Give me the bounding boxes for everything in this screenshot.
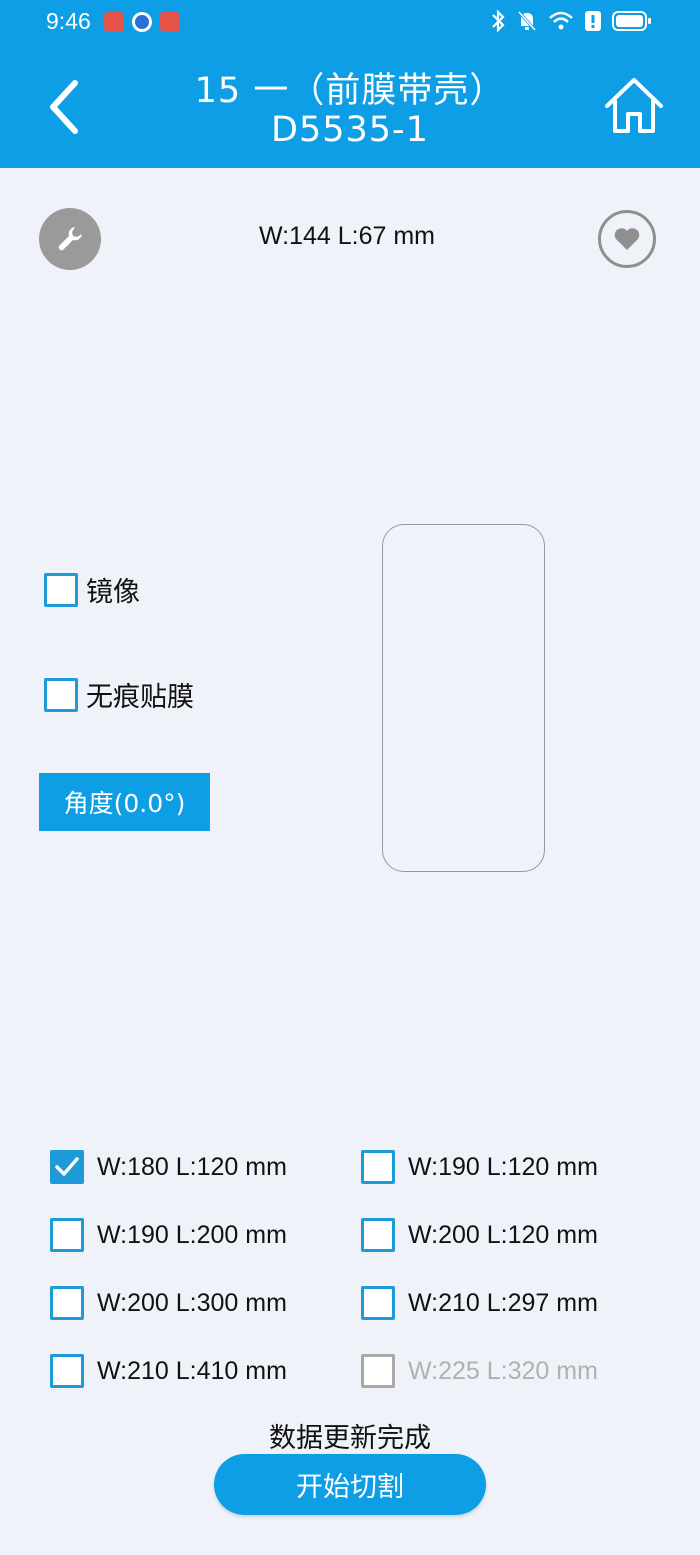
alert-icon: [584, 10, 602, 36]
size-option[interactable]: W:190 L:200 mm: [50, 1218, 287, 1252]
app-header: 9:46 15 一（前膜带壳） D5535-1: [0, 0, 700, 168]
size-option[interactable]: W:210 L:410 mm: [50, 1354, 287, 1388]
heart-icon: [614, 228, 640, 250]
seamless-film-option[interactable]: 无痕贴膜: [44, 675, 194, 714]
size-label: W:210 L:297 mm: [408, 1288, 598, 1317]
size-label: W:200 L:300 mm: [97, 1288, 287, 1317]
home-button[interactable]: [602, 74, 666, 138]
size-label: W:200 L:120 mm: [408, 1220, 598, 1249]
seamless-film-checkbox[interactable]: [44, 677, 78, 712]
browser-icon: [132, 12, 152, 32]
update-status-text: 数据更新完成: [269, 1423, 431, 1454]
size-checkbox[interactable]: [50, 1286, 84, 1320]
home-icon: [605, 78, 663, 133]
size-option[interactable]: W:180 L:120 mm: [50, 1150, 287, 1184]
size-label: W:190 L:200 mm: [97, 1220, 287, 1249]
status-time: 9:46: [46, 8, 91, 34]
seamless-film-label: 无痕贴膜: [86, 682, 194, 713]
mirror-checkbox[interactable]: [44, 572, 78, 607]
start-cut-button[interactable]: 开始切割: [214, 1454, 486, 1515]
size-label: W:210 L:410 mm: [97, 1356, 287, 1385]
size-checkbox: [361, 1354, 395, 1388]
size-label: W:180 L:120 mm: [97, 1152, 287, 1181]
size-option[interactable]: W:210 L:297 mm: [361, 1286, 598, 1320]
wifi-icon: [548, 10, 574, 36]
mirror-option[interactable]: 镜像: [44, 570, 140, 609]
favorite-button[interactable]: [598, 210, 656, 268]
size-checkbox[interactable]: [50, 1354, 84, 1388]
size-option[interactable]: W:200 L:120 mm: [361, 1218, 598, 1252]
angle-button[interactable]: 角度(0.0°): [39, 773, 210, 831]
app-red-icon: [160, 12, 180, 32]
size-label: W:190 L:120 mm: [408, 1152, 598, 1181]
app-red-icon: [104, 12, 124, 32]
size-option[interactable]: W:190 L:120 mm: [361, 1150, 598, 1184]
page-subtitle: D5535-1: [271, 110, 429, 150]
size-option[interactable]: W:200 L:300 mm: [50, 1286, 287, 1320]
size-checkbox[interactable]: [361, 1286, 395, 1320]
size-option-disabled: W:225 L:320 mm: [361, 1354, 598, 1388]
cut-preview-outline: [382, 524, 545, 872]
page-title: 15 一（前膜带壳）: [194, 71, 506, 111]
size-checkbox[interactable]: [50, 1150, 84, 1184]
bluetooth-icon: [490, 8, 506, 38]
mirror-label: 镜像: [86, 577, 140, 608]
status-icons: [490, 8, 652, 38]
battery-icon: [612, 10, 652, 36]
checkmark-icon: [55, 1157, 79, 1176]
model-dimensions: W:144 L:67 mm: [258, 222, 435, 250]
size-checkbox[interactable]: [361, 1150, 395, 1184]
size-label: W:225 L:320 mm: [408, 1356, 598, 1385]
size-checkbox[interactable]: [50, 1218, 84, 1252]
mute-bell-icon: [516, 9, 538, 37]
size-checkbox[interactable]: [361, 1218, 395, 1252]
